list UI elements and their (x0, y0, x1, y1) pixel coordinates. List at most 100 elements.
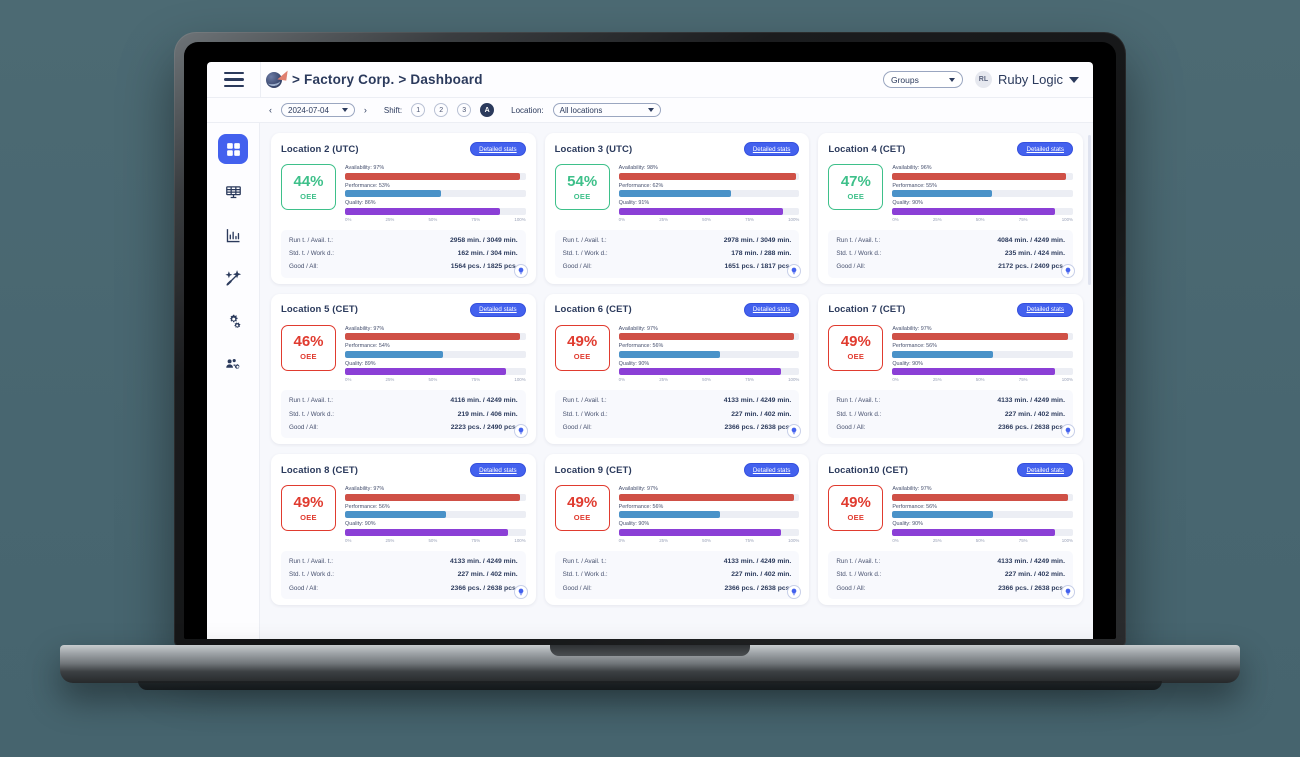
metric-bars: Availability: 96% Performance: 55% Quali… (892, 164, 1073, 222)
next-day-button[interactable]: › (364, 105, 367, 115)
card-title: Location 5 (CET) (281, 304, 359, 316)
oee-score-box: 49% OEE (828, 485, 884, 532)
good-label: Good / All: (289, 584, 319, 592)
user-menu[interactable]: RL Ruby Logic (974, 71, 1079, 88)
quality-bar-fill (618, 528, 782, 536)
shift-option-2[interactable]: 2 (434, 103, 449, 117)
card-metrics: 46% OEE Availability: 97% Performance: 5… (281, 324, 526, 382)
lightbulb-icon[interactable] (1060, 263, 1075, 278)
quality-bar-fill (345, 528, 508, 536)
sidebar-item-reports[interactable] (218, 220, 248, 250)
breadcrumb: > Factory Corp. > Dashboard (260, 62, 883, 97)
detailed-stats-button[interactable]: Detailed stats (1017, 463, 1073, 478)
sidebar-item-dashboard[interactable] (218, 134, 248, 164)
card-header: Location10 (CET) Detailed stats (828, 463, 1073, 478)
lightbulb-icon[interactable] (787, 584, 802, 599)
table-row: Run t. / Avail. t.: 2958 min. / 3049 min… (289, 234, 518, 247)
lightbulb-icon[interactable] (787, 424, 802, 439)
availability-bar-fill (892, 493, 1068, 501)
availability-bar-label: Availability: 96% (892, 165, 932, 171)
quality-bar-track (892, 368, 1073, 376)
location-select[interactable]: All locations (552, 103, 661, 117)
detailed-stats-button[interactable]: Detailed stats (470, 302, 526, 317)
detailed-stats-button[interactable]: Detailed stats (743, 142, 800, 156)
shift-option-1[interactable]: 1 (411, 103, 426, 117)
good-value: 2366 pcs. / 2638 pcs. (998, 424, 1065, 432)
table-row: Good / All: 2366 pcs. / 2638 pcs. (836, 421, 1065, 434)
machine-panel-icon (225, 185, 241, 198)
card-title: Location 2 (UTC) (281, 143, 359, 155)
sidebar-item-users[interactable] (218, 349, 248, 379)
card-title: Location 7 (CET) (828, 304, 906, 316)
sidebar-item-machines[interactable] (218, 177, 248, 207)
table-row: Std. t. / Work d.: 227 min. / 402 min. (563, 568, 792, 581)
axis-tick: 0% (618, 377, 626, 383)
card-title: Location 6 (CET) (554, 304, 632, 316)
runtime-label: Run t. / Avail. t.: (289, 397, 333, 405)
detailed-stats-button[interactable]: Detailed stats (743, 302, 800, 317)
detailed-stats-button[interactable]: Detailed stats (470, 463, 526, 478)
performance-bar-track (345, 190, 526, 197)
metric-bars: Availability: 97% Performance: 53% Quali… (345, 164, 526, 222)
table-row: Std. t. / Work d.: 162 min. / 304 min. (289, 247, 518, 260)
detailed-stats-button[interactable]: Detailed stats (470, 142, 526, 156)
hamburger-menu-icon[interactable] (207, 71, 260, 88)
axis-tick: 0% (345, 216, 352, 222)
axis-tick: 100% (514, 216, 526, 222)
card-stats-table: Run t. / Avail. t.: 4116 min. / 4249 min… (281, 390, 526, 439)
sidebar-item-maintenance[interactable] (218, 263, 248, 293)
runtime-value: 4133 min. / 4249 min. (997, 557, 1065, 565)
table-row: Run t. / Avail. t.: 4133 min. / 4249 min… (563, 555, 792, 568)
globe-arrow-logo-icon (266, 68, 288, 90)
good-label: Good / All: (836, 263, 866, 271)
metric-bars: Availability: 97% Performance: 56% Quali… (618, 325, 800, 382)
groups-select[interactable]: Groups (882, 71, 963, 88)
lightbulb-icon[interactable] (1060, 584, 1075, 599)
shift-label: Shift: (383, 105, 403, 115)
availability-bar-track (618, 172, 800, 180)
sidebar-item-settings[interactable] (218, 306, 248, 336)
lightbulb-icon[interactable] (513, 263, 528, 278)
performance-bar-label: Performance: 56% (892, 343, 937, 350)
oee-score-box: 49% OEE (554, 324, 610, 371)
good-value: 1651 pcs. / 1817 pcs. (724, 263, 792, 271)
good-label: Good / All: (836, 424, 866, 432)
availability-bar-fill (618, 333, 794, 341)
lightbulb-icon[interactable] (513, 424, 528, 439)
detailed-stats-button[interactable]: Detailed stats (1017, 302, 1073, 317)
table-row: Std. t. / Work d.: 178 min. / 288 min. (563, 247, 792, 260)
availability-bar-label: Availability: 98% (618, 165, 658, 171)
performance-bar-track (345, 350, 526, 358)
stdtime-label: Std. t. / Work d.: (289, 410, 335, 418)
chevron-down-icon (341, 108, 348, 112)
axis-tick: 100% (788, 537, 800, 543)
table-row: Good / All: 2223 pcs. / 2490 pcs. (289, 421, 518, 434)
detailed-stats-button[interactable]: Detailed stats (1017, 142, 1073, 156)
prev-day-button[interactable]: ‹ (269, 105, 272, 115)
good-label: Good / All: (562, 584, 592, 592)
oee-label: OEE (847, 512, 865, 522)
scrollbar[interactable] (1088, 135, 1091, 285)
lightbulb-icon[interactable] (1060, 424, 1075, 439)
availability-bar-label: Availability: 97% (618, 325, 658, 332)
bar-axis: 0% 25% 50% 75% 100% (619, 377, 800, 382)
availability-bar-track (618, 333, 800, 341)
performance-bar-track (892, 190, 1073, 197)
table-row: Std. t. / Work d.: 227 min. / 402 min. (836, 408, 1065, 421)
card-header: Location 5 (CET) Detailed stats (281, 302, 526, 317)
card-title: Location10 (CET) (828, 464, 909, 476)
detailed-stats-button[interactable]: Detailed stats (743, 463, 800, 478)
performance-bar-label: Performance: 62% (618, 182, 664, 189)
runtime-label: Run t. / Avail. t.: (289, 236, 333, 244)
shift-option-a[interactable]: A (480, 103, 495, 117)
shift-option-3[interactable]: 3 (457, 103, 472, 117)
lightbulb-icon[interactable] (513, 584, 528, 599)
table-row: Good / All: 1651 pcs. / 1817 pcs. (563, 260, 792, 273)
availability-bar-fill (892, 333, 1068, 341)
card-stats-table: Run t. / Avail. t.: 2958 min. / 3049 min… (281, 229, 526, 278)
app-body: Location 2 (UTC) Detailed stats 44% OEE … (207, 123, 1093, 639)
date-picker[interactable]: 2024-07-04 (281, 103, 355, 117)
location-cards-grid: Location 2 (UTC) Detailed stats 44% OEE … (271, 133, 1083, 605)
lightbulb-icon[interactable] (787, 263, 802, 278)
metric-bars: Availability: 97% Performance: 54% Quali… (345, 325, 526, 382)
